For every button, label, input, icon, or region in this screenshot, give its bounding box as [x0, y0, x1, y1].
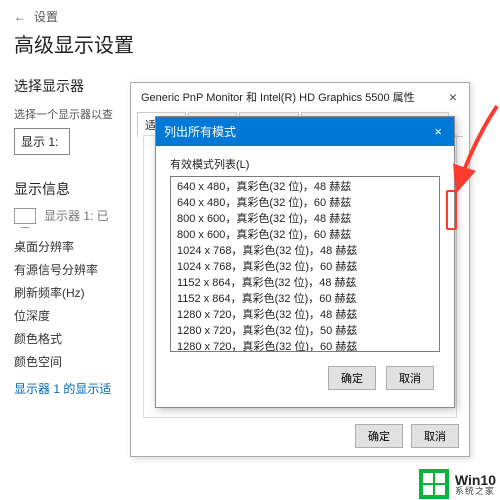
list-all-modes-dialog: 列出所有模式 × 有效模式列表(L) 640 x 480，真彩色(32 位)，4…: [155, 116, 455, 408]
breadcrumb: ← 设置: [14, 8, 486, 25]
list-item[interactable]: 1152 x 864，真彩色(32 位)，48 赫兹: [177, 275, 437, 291]
display-dropdown[interactable]: 显示 1:: [14, 128, 70, 155]
watermark: Win10 系统之家: [419, 468, 500, 500]
breadcrumb-label: 设置: [34, 8, 58, 25]
windows-logo-icon: [419, 469, 449, 499]
watermark-line1: Win10: [455, 473, 496, 487]
list-item[interactable]: 640 x 480，真彩色(32 位)，48 赫兹: [177, 179, 437, 195]
list-item[interactable]: 1024 x 768，真彩色(32 位)，48 赫兹: [177, 243, 437, 259]
page-title: 高级显示设置: [14, 29, 486, 58]
close-icon[interactable]: ×: [430, 124, 446, 139]
dialog-title: Generic PnP Monitor 和 Intel(R) HD Graphi…: [141, 89, 415, 105]
list-item[interactable]: 1280 x 720，真彩色(32 位)，48 赫兹: [177, 307, 437, 323]
modes-list-label: 有效模式列表(L): [170, 156, 440, 172]
ok-button[interactable]: 确定: [328, 366, 376, 390]
annotation-highlight: [446, 190, 457, 230]
list-item[interactable]: 640 x 480，真彩色(32 位)，60 赫兹: [177, 195, 437, 211]
modes-dialog-title: 列出所有模式: [164, 123, 236, 140]
back-icon[interactable]: ←: [14, 10, 26, 24]
list-item[interactable]: 800 x 600，真彩色(32 位)，60 赫兹: [177, 227, 437, 243]
list-item[interactable]: 1280 x 720，真彩色(32 位)，60 赫兹: [177, 339, 437, 352]
list-item[interactable]: 800 x 600，真彩色(32 位)，48 赫兹: [177, 211, 437, 227]
list-item[interactable]: 1152 x 864，真彩色(32 位)，60 赫兹: [177, 291, 437, 307]
watermark-line2: 系统之家: [455, 487, 496, 496]
cancel-button[interactable]: 取消: [411, 424, 459, 448]
list-item[interactable]: 1280 x 720，真彩色(32 位)，50 赫兹: [177, 323, 437, 339]
list-item[interactable]: 1024 x 768，真彩色(32 位)，60 赫兹: [177, 259, 437, 275]
cancel-button[interactable]: 取消: [386, 366, 434, 390]
modes-listbox[interactable]: 640 x 480，真彩色(32 位)，48 赫兹 640 x 480，真彩色(…: [170, 176, 440, 352]
close-icon[interactable]: ×: [445, 89, 461, 105]
monitor-status-label: 显示器 1: 已: [44, 207, 109, 224]
ok-button[interactable]: 确定: [355, 424, 403, 448]
monitor-icon: [14, 208, 36, 224]
